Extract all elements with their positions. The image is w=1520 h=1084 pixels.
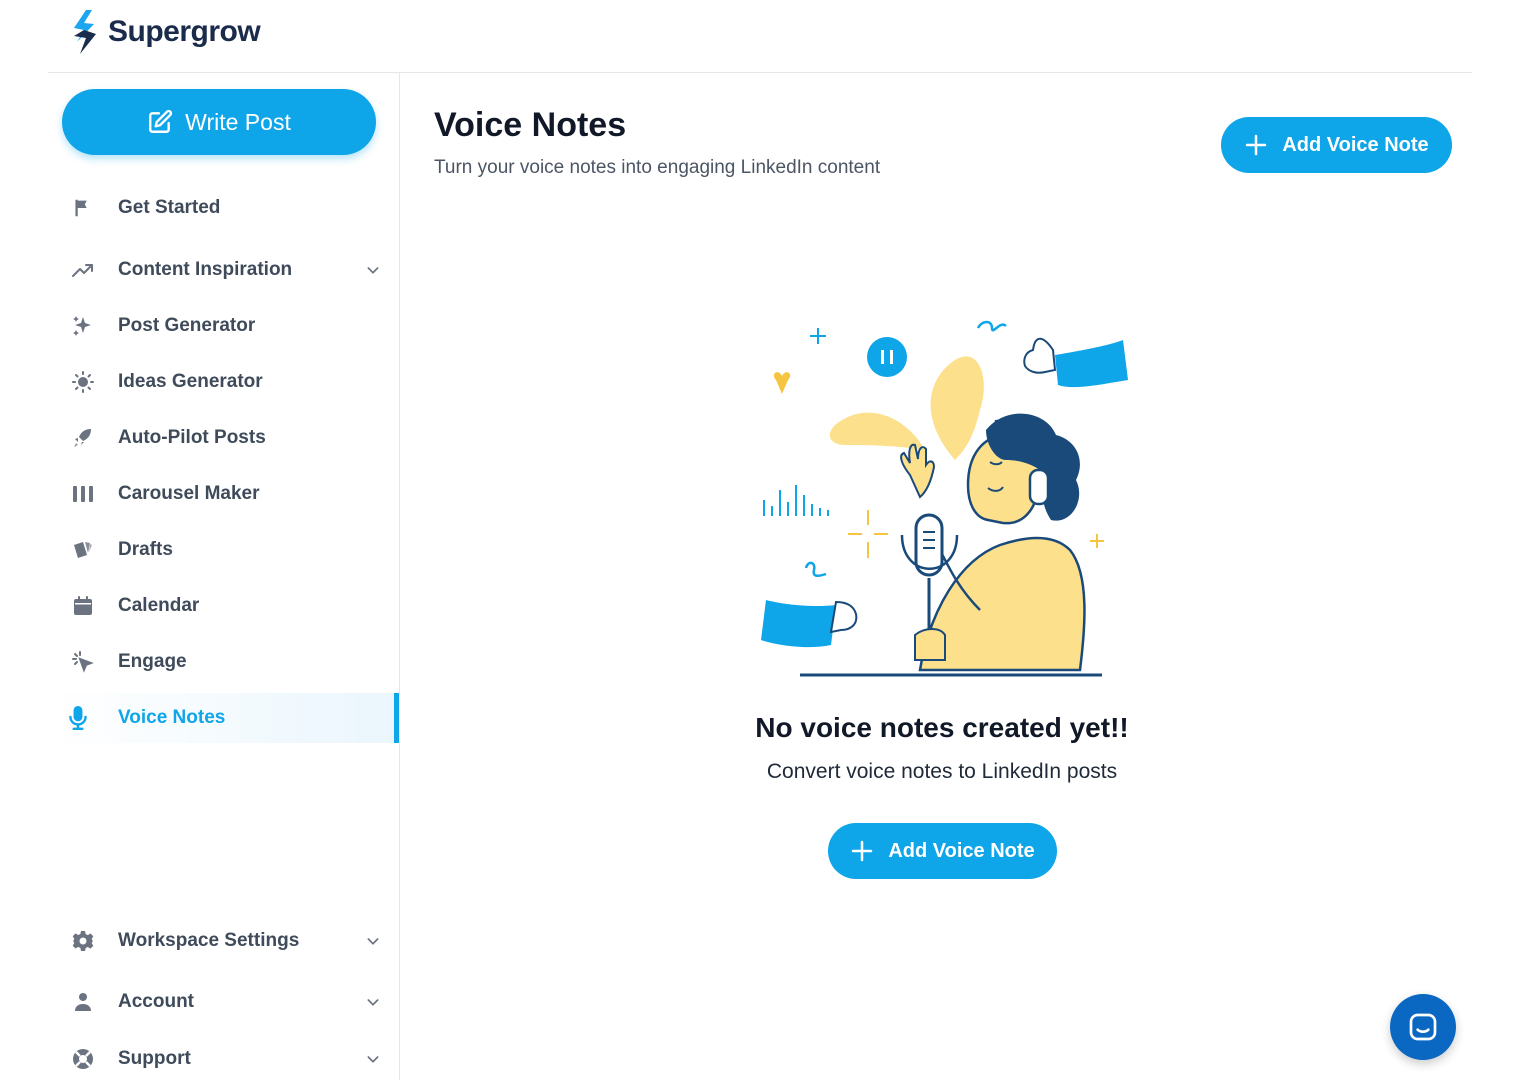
- sidebar-item-drafts[interactable]: Drafts: [48, 525, 399, 575]
- sidebar-item-post-generator[interactable]: Post Generator: [48, 301, 399, 351]
- sparkles-icon: [68, 311, 98, 341]
- lifebuoy-icon: [68, 1044, 98, 1074]
- chat-support-button[interactable]: [1390, 994, 1456, 1060]
- sidebar-item-get-started[interactable]: Get Started: [48, 183, 399, 233]
- sidebar-item-label: Calendar: [118, 595, 200, 616]
- chevron-down-icon[interactable]: [363, 260, 383, 280]
- microphone-icon: [63, 703, 93, 733]
- sidebar-item-label: Drafts: [118, 539, 173, 560]
- empty-state-subtitle: Convert voice notes to LinkedIn posts: [766, 760, 1118, 783]
- sidebar-item-support[interactable]: Support: [48, 1034, 399, 1084]
- edit-icon: [149, 109, 173, 133]
- empty-state-button-label: Add Voice Note: [888, 839, 1035, 862]
- podcast-illustration: [761, 320, 1128, 677]
- sidebar-item-carousel-maker[interactable]: Carousel Maker: [48, 469, 399, 519]
- chevron-down-icon[interactable]: [363, 931, 383, 951]
- chat-icon: [1409, 1013, 1437, 1041]
- sidebar-item-label: Post Generator: [118, 315, 256, 336]
- sidebar: Write Post Get Started Content Inspirati…: [48, 73, 400, 1080]
- trending-up-icon: [68, 255, 98, 285]
- plus-icon: [852, 840, 873, 862]
- write-post-button[interactable]: Write Post: [62, 89, 376, 155]
- sidebar-item-label: Voice Notes: [118, 707, 226, 728]
- user-icon: [68, 987, 98, 1017]
- sidebar-item-label: Content Inspiration: [118, 259, 293, 280]
- rocket-icon: [68, 423, 98, 453]
- logo[interactable]: Supergrow: [68, 8, 261, 56]
- app-name: Supergrow: [108, 15, 261, 48]
- sidebar-item-ideas-generator[interactable]: Ideas Generator: [48, 357, 399, 407]
- active-indicator: [394, 693, 399, 743]
- empty-state-title: No voice notes created yet!!: [755, 712, 1129, 743]
- cursor-click-icon: [68, 647, 98, 677]
- sidebar-item-label: Ideas Generator: [118, 371, 263, 392]
- sidebar-item-label: Account: [118, 991, 194, 1012]
- cards-icon: [68, 535, 98, 565]
- plus-icon: [1246, 134, 1267, 156]
- add-voice-note-button[interactable]: Add Voice Note: [1221, 117, 1452, 173]
- page-title: Voice Notes: [434, 106, 627, 144]
- sidebar-item-auto-pilot-posts[interactable]: Auto-Pilot Posts: [48, 413, 399, 463]
- columns-icon: [68, 479, 98, 509]
- sidebar-item-label: Engage: [118, 651, 187, 672]
- sidebar-item-calendar[interactable]: Calendar: [48, 581, 399, 631]
- top-header: Supergrow: [48, 0, 1472, 73]
- chevron-down-icon[interactable]: [363, 1049, 383, 1069]
- gear-icon: [68, 926, 98, 956]
- chevron-down-icon[interactable]: [363, 992, 383, 1012]
- flag-icon: [68, 193, 98, 223]
- sidebar-item-label: Auto-Pilot Posts: [118, 427, 266, 448]
- sidebar-item-label: Carousel Maker: [118, 483, 260, 504]
- empty-state-add-voice-note-button[interactable]: Add Voice Note: [828, 823, 1057, 879]
- sidebar-item-label: Get Started: [118, 197, 221, 218]
- sidebar-item-label: Workspace Settings: [118, 930, 300, 951]
- sidebar-item-engage[interactable]: Engage: [48, 637, 399, 687]
- add-voice-note-label: Add Voice Note: [1282, 133, 1429, 156]
- calendar-icon: [68, 591, 98, 621]
- sidebar-item-content-inspiration[interactable]: Content Inspiration: [48, 245, 399, 295]
- lightbulb-icon: [68, 367, 98, 397]
- supergrow-logo-icon: [74, 10, 96, 54]
- sidebar-item-label: Support: [118, 1048, 191, 1069]
- page-subtitle: Turn your voice notes into engaging Link…: [434, 157, 881, 178]
- write-post-label: Write Post: [185, 108, 291, 135]
- sidebar-item-workspace-settings[interactable]: Workspace Settings: [48, 916, 399, 966]
- sidebar-item-voice-notes[interactable]: Voice Notes: [48, 693, 399, 743]
- sidebar-item-account[interactable]: Account: [48, 977, 399, 1027]
